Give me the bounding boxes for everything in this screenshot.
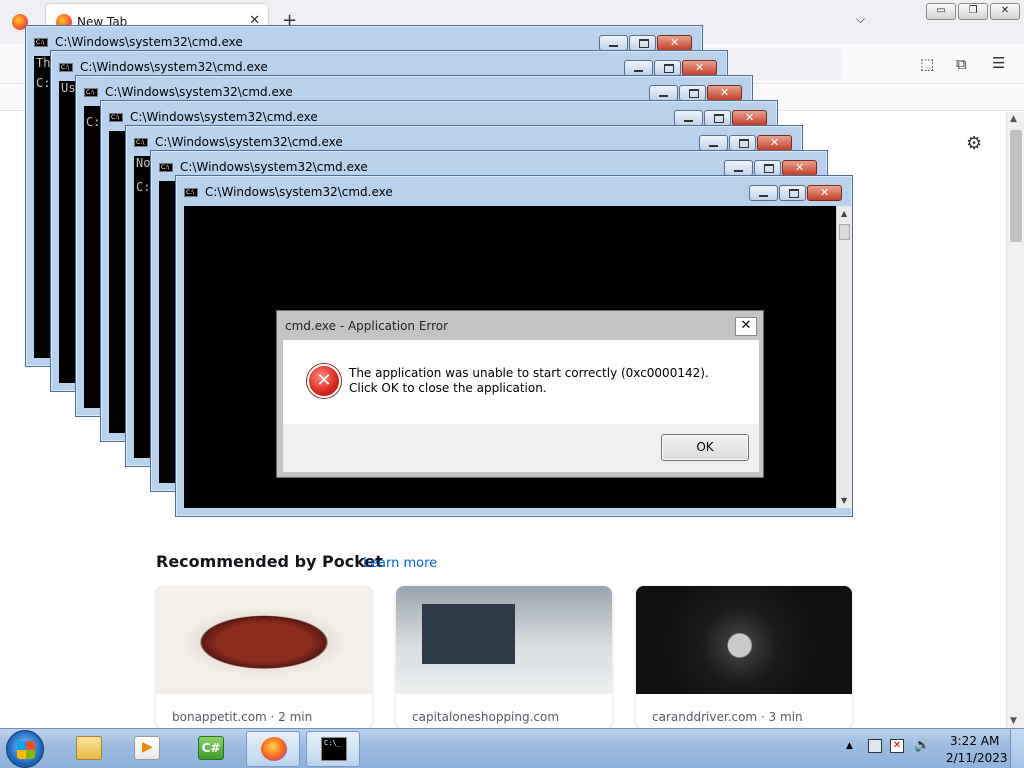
maximize-button[interactable] bbox=[679, 85, 706, 101]
clock-time[interactable]: 3:22 AM bbox=[950, 734, 999, 748]
maximize-button[interactable] bbox=[654, 60, 681, 76]
start-button[interactable] bbox=[6, 730, 44, 768]
scroll-up-arrow-icon[interactable]: ▲ bbox=[1010, 114, 1017, 124]
firefox-icon bbox=[261, 737, 287, 761]
cmd-icon: C:\_ bbox=[321, 737, 347, 761]
maximize-button[interactable] bbox=[779, 185, 806, 201]
card-source: bonappetit.com · 2 min bbox=[172, 710, 313, 724]
scrollbar-thumb[interactable] bbox=[1010, 130, 1022, 242]
car-engine-image bbox=[636, 586, 852, 694]
cmd-window-title: C:\Windows\system32\cmd.exe bbox=[180, 160, 368, 174]
minimize-button[interactable] bbox=[699, 135, 728, 151]
pocket-card-engine[interactable]: caranddriver.com · 3 min bbox=[636, 586, 852, 728]
dialog-title: cmd.exe - Application Error bbox=[285, 319, 449, 333]
tab-list-chevron-icon[interactable]: ⌵ bbox=[856, 12, 865, 27]
error-message: The application was unable to start corr… bbox=[349, 366, 709, 395]
pocket-card-steak[interactable]: bonappetit.com · 2 min bbox=[156, 586, 372, 728]
scroll-up-arrow-icon[interactable]: ▲ bbox=[841, 209, 847, 218]
extensions-icon[interactable]: ⧉ bbox=[956, 55, 967, 73]
minimize-button[interactable] bbox=[749, 185, 778, 201]
minimize-button[interactable]: ▭ bbox=[926, 3, 956, 20]
show-desktop-button[interactable] bbox=[1010, 729, 1024, 768]
taskbar-media-player[interactable] bbox=[120, 731, 174, 767]
media-player-icon bbox=[134, 736, 160, 760]
maximize-button[interactable] bbox=[629, 35, 656, 51]
card-source: caranddriver.com · 3 min bbox=[652, 710, 803, 724]
close-button[interactable]: ✕ bbox=[990, 3, 1020, 20]
maximize-button[interactable] bbox=[704, 110, 731, 126]
page-scrollbar[interactable]: ▲ ▼ bbox=[1006, 112, 1024, 728]
cmd-icon: C:\ bbox=[184, 188, 198, 197]
close-button[interactable] bbox=[707, 85, 742, 101]
cmd-icon: C:\ bbox=[84, 88, 98, 97]
minimize-button[interactable] bbox=[724, 160, 753, 176]
close-button[interactable] bbox=[757, 135, 792, 151]
folder-icon bbox=[76, 736, 102, 760]
csharp-icon: C# bbox=[198, 736, 224, 760]
action-center-icon[interactable]: ✕ bbox=[890, 739, 904, 753]
minimize-button[interactable] bbox=[624, 60, 653, 76]
cmd-window-title: C:\Windows\system32\cmd.exe bbox=[205, 185, 393, 199]
error-icon: ✕ bbox=[307, 364, 341, 398]
cmd-icon: C:\ bbox=[134, 138, 148, 147]
cmd-window-title: C:\Windows\system32\cmd.exe bbox=[155, 135, 343, 149]
close-button[interactable] bbox=[732, 110, 767, 126]
clock-date[interactable]: 2/11/2023 bbox=[946, 751, 1008, 765]
maximize-button[interactable] bbox=[729, 135, 756, 151]
show-hidden-icons-button[interactable]: ▲ bbox=[846, 741, 853, 751]
maximize-button[interactable] bbox=[754, 160, 781, 176]
learn-more-link[interactable]: Learn more bbox=[363, 556, 437, 571]
console-scrollbar[interactable]: ▲ ▼ bbox=[836, 206, 852, 508]
application-error-dialog: cmd.exe - Application Error ✕ ✕ The appl… bbox=[276, 310, 764, 478]
taskbar-csharp[interactable]: C# bbox=[184, 731, 238, 767]
settings-gear-icon[interactable]: ⚙ bbox=[966, 133, 982, 154]
close-button[interactable] bbox=[782, 160, 817, 176]
taskbar: C# C:\_ ▲ ✕ 🔊 3:22 AM 2/11/2023 bbox=[0, 728, 1024, 768]
minimize-button[interactable] bbox=[649, 85, 678, 101]
network-icon[interactable] bbox=[868, 739, 882, 753]
cmd-icon: C:\ bbox=[159, 163, 173, 172]
close-button[interactable] bbox=[682, 60, 717, 76]
pocket-icon[interactable]: ⬚ bbox=[920, 55, 934, 73]
cmd-window-title: C:\Windows\system32\cmd.exe bbox=[105, 85, 293, 99]
scrollbar-thumb[interactable] bbox=[839, 224, 850, 240]
dialog-body: ✕ The application was unable to start co… bbox=[283, 340, 759, 424]
volume-icon[interactable]: 🔊 bbox=[914, 738, 930, 753]
minimize-button[interactable] bbox=[674, 110, 703, 126]
restore-button[interactable]: ❐ bbox=[958, 3, 988, 20]
pocket-heading: Recommended by Pocket bbox=[156, 552, 383, 571]
cmd-window-title: C:\Windows\system32\cmd.exe bbox=[55, 35, 243, 49]
scroll-down-arrow-icon[interactable]: ▼ bbox=[1010, 716, 1017, 726]
card-source: capitaloneshopping.com bbox=[412, 710, 560, 724]
cmd-icon: C:\ bbox=[59, 63, 73, 72]
windows-logo-icon bbox=[17, 741, 35, 759]
pocket-card-truck[interactable]: capitaloneshopping.com bbox=[396, 586, 612, 728]
minimize-button[interactable] bbox=[599, 35, 628, 51]
taskbar-firefox[interactable] bbox=[246, 731, 300, 767]
scroll-down-arrow-icon[interactable]: ▼ bbox=[841, 496, 847, 505]
delivery-truck-image bbox=[396, 586, 612, 694]
close-button[interactable] bbox=[657, 35, 692, 51]
close-button[interactable] bbox=[807, 185, 842, 201]
cmd-icon: C:\ bbox=[34, 38, 48, 47]
cmd-window-title: C:\Windows\system32\cmd.exe bbox=[80, 60, 268, 74]
ok-button[interactable]: OK bbox=[661, 434, 749, 461]
cmd-icon: C:\ bbox=[109, 113, 123, 122]
steak-image bbox=[156, 586, 372, 694]
taskbar-cmd[interactable]: C:\_ bbox=[306, 731, 360, 767]
dialog-close-button[interactable]: ✕ bbox=[735, 317, 757, 336]
app-menu-icon[interactable]: ☰ bbox=[992, 54, 1005, 72]
taskbar-explorer[interactable] bbox=[62, 731, 116, 767]
cmd-window-title: C:\Windows\system32\cmd.exe bbox=[130, 110, 318, 124]
